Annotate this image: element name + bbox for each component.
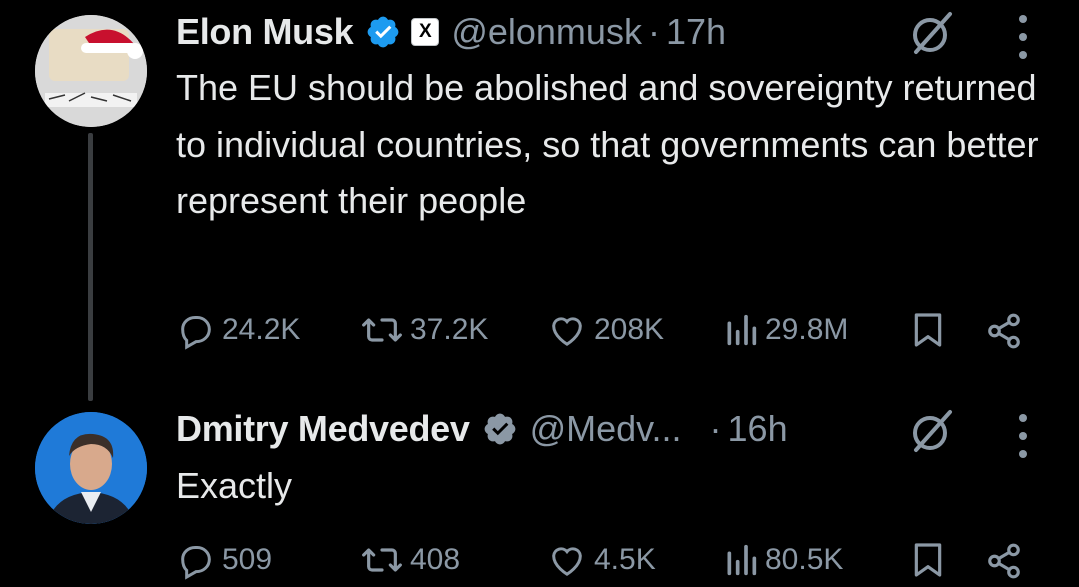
tweet-text: Exactly (176, 465, 293, 506)
handle[interactable]: @Medv... (530, 408, 682, 450)
like-button[interactable]: 208K (546, 310, 664, 350)
santa-hat-avatar-icon (35, 15, 147, 127)
views-icon (727, 314, 757, 346)
action-bar: 509 408 4.5K 80.5K (176, 540, 1036, 580)
display-name[interactable]: Dmitry Medvedev (176, 408, 470, 450)
bookmark-icon[interactable] (910, 310, 946, 350)
handle[interactable]: @elonmusk (451, 11, 642, 53)
display-name[interactable]: Elon Musk (176, 11, 354, 53)
heart-icon (552, 317, 582, 346)
repost-button[interactable]: 408 (360, 540, 460, 580)
share-icon[interactable] (984, 312, 1024, 350)
share-icon[interactable] (984, 542, 1024, 580)
tweet-header: Elon Musk X @elonmusk · 17h (176, 9, 726, 55)
x-affiliate-badge: X (411, 18, 440, 46)
tweet[interactable]: Elon Musk X @elonmusk · 17h The EU shoul… (0, 0, 1079, 401)
repost-button[interactable]: 37.2K (360, 310, 488, 350)
repost-icon (362, 318, 402, 342)
thread-line (88, 133, 93, 401)
separator-dot: · (647, 11, 660, 52)
more-options-icon[interactable] (1015, 15, 1031, 59)
separator-dot: · (709, 408, 722, 449)
grok-icon[interactable] (906, 406, 956, 456)
action-bar: 24.2K 37.2K 208K 29.8M (176, 310, 1036, 350)
portrait-avatar-icon (35, 412, 147, 524)
bookmark-icon[interactable] (910, 540, 946, 580)
views-icon (727, 544, 757, 576)
views-button[interactable]: 80.5K (723, 540, 843, 580)
tweet-header: Dmitry Medvedev @Medv... · 16h (176, 406, 788, 452)
reply-icon (181, 546, 211, 580)
avatar[interactable] (35, 15, 147, 127)
views-button[interactable]: 29.8M (723, 310, 848, 350)
verified-badge-icon (367, 16, 399, 48)
repost-icon (362, 548, 402, 572)
reply-button[interactable]: 509 (176, 540, 272, 580)
verified-badge-icon (484, 413, 515, 445)
more-options-icon[interactable] (1015, 414, 1031, 458)
reply-icon (181, 316, 211, 350)
like-button[interactable]: 4.5K (546, 540, 656, 580)
timestamp[interactable]: 16h (728, 408, 788, 450)
avatar[interactable] (35, 412, 147, 524)
heart-icon (552, 547, 582, 576)
timestamp[interactable]: 17h (666, 11, 726, 53)
tweet[interactable]: Dmitry Medvedev @Medv... · 16h Exactly 5… (0, 400, 1079, 587)
tweet-text: The EU should be abolished and sovereign… (176, 67, 1039, 221)
grok-icon[interactable] (906, 8, 956, 58)
reply-button[interactable]: 24.2K (176, 310, 300, 350)
